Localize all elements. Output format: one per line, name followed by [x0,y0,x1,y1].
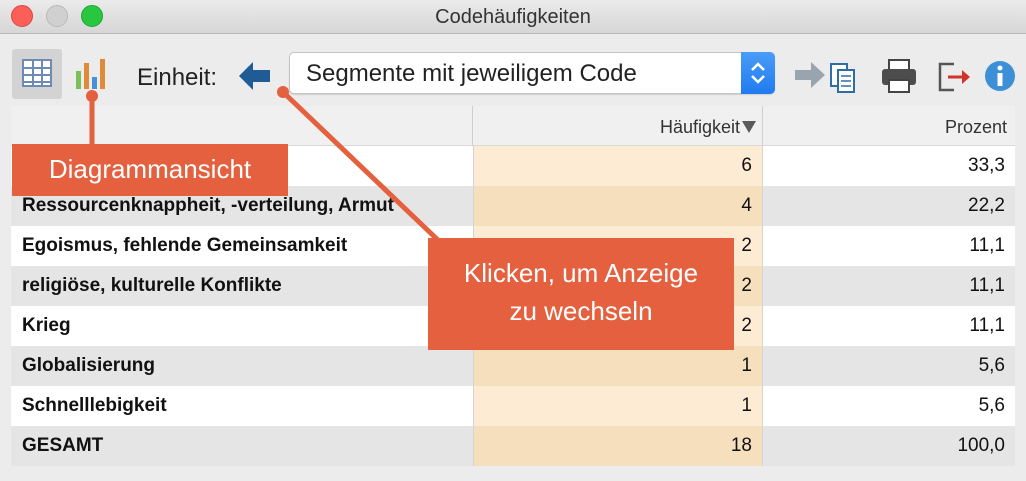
callout-click-line2: zu wechseln [509,296,653,326]
callout-dot-click [277,86,289,98]
callout-diagram-view: Diagrammansicht [12,144,288,196]
callout-pointer-click [281,90,442,244]
code-frequencies-window: Codehäufigkeiten Einheit: Segmente mit j… [0,0,1026,481]
callout-click-to-switch: Klicken, um Anzeige zu wechseln [428,238,734,350]
callout-dot-diagram [86,90,98,102]
callout-click-line1: Klicken, um Anzeige [463,258,699,288]
